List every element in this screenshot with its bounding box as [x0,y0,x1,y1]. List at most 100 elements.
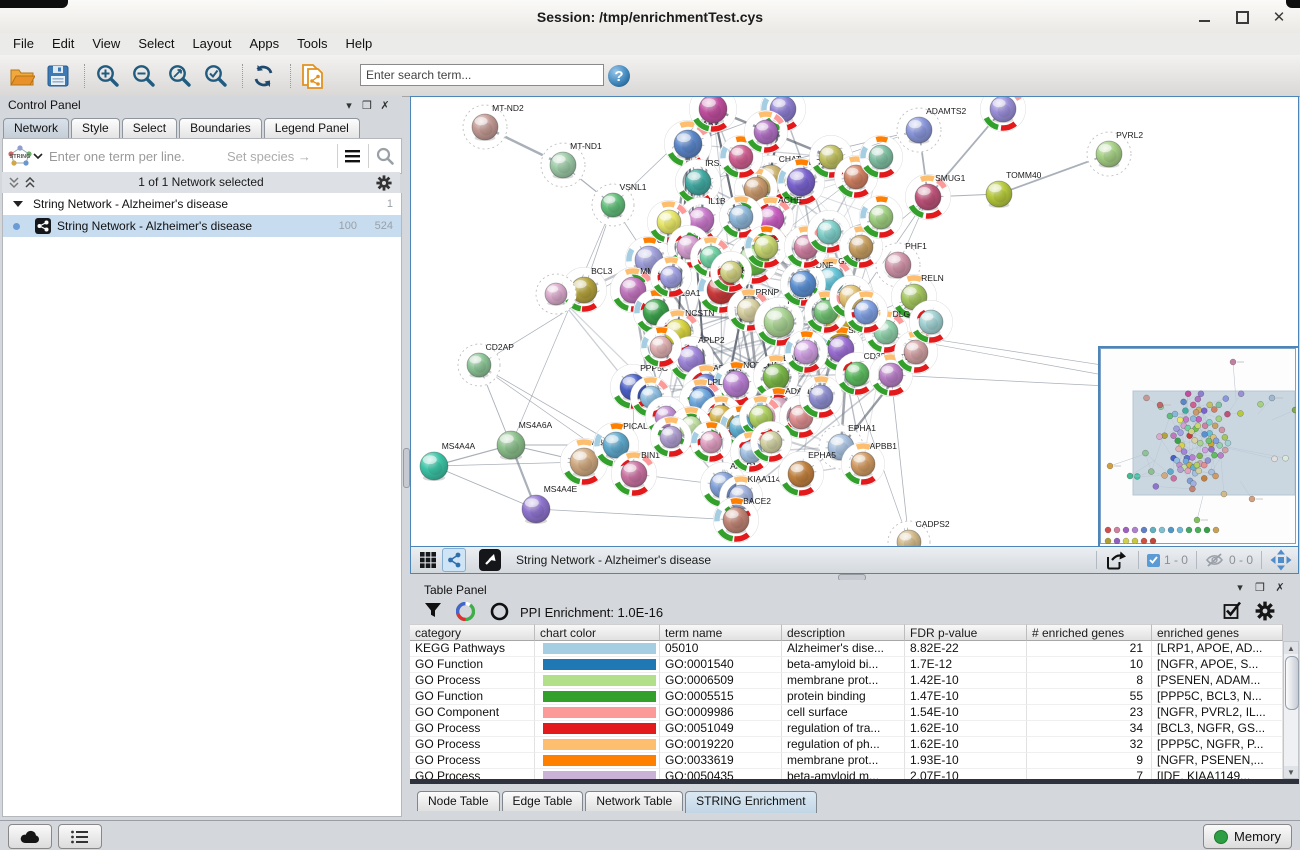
table-horizontal-scrollbar[interactable] [410,779,1299,784]
detach-view-button[interactable] [479,549,501,571]
table-row[interactable]: KEGG Pathways05010Alzheimer's dise...8.8… [410,641,1283,657]
network-node-f10[interactable] [711,252,752,293]
gear-icon[interactable] [376,175,392,191]
close-button[interactable]: ✕ [1271,9,1287,25]
panel-float-icon[interactable]: ❒ [360,99,374,112]
network-node-f25[interactable] [745,111,788,154]
string-logo[interactable]: STRING [7,144,43,168]
column-header-description[interactable]: description [782,624,905,641]
network-node-CADPS2[interactable]: CADPS2 [888,519,950,546]
network-node-EPHA5[interactable]: EPHA5 [779,450,837,497]
scroll-down-button[interactable]: ▼ [1284,766,1298,778]
export-network-button[interactable] [298,62,326,90]
table-row[interactable]: GO ProcessGO:0006509membrane prot...1.42… [410,673,1283,689]
zoom-selected-button[interactable] [202,62,230,90]
splitter-handle[interactable] [403,448,410,488]
tab-edge-table[interactable]: Edge Table [502,791,584,811]
birds-eye-view[interactable] [1098,346,1298,546]
open-session-button[interactable] [8,62,36,90]
menu-apps[interactable]: Apps [241,33,289,55]
tab-boundaries[interactable]: Boundaries [179,118,262,138]
network-node-MS4A4A[interactable]: MS4A4A [420,441,476,481]
network-node-f20[interactable] [785,331,828,374]
scrollbar-thumb[interactable] [1285,656,1299,710]
network-node-MS4A4E[interactable]: MS4A4E [522,484,578,524]
table-row[interactable]: GO ProcessGO:0033619membrane prot...1.93… [410,753,1283,769]
network-node-f30[interactable] [910,301,953,344]
network-node-f11[interactable] [651,257,692,298]
network-node-f28[interactable] [860,136,903,179]
network-view-button[interactable] [442,548,466,572]
tab-network[interactable]: Network [3,118,69,140]
network-node-f35[interactable] [651,417,692,458]
zoom-fit-button[interactable] [166,62,194,90]
cloud-button[interactable] [8,824,52,849]
panel-float-icon[interactable]: ❒ [1253,581,1267,594]
table-row[interactable]: GO ProcessGO:0051049regulation of tra...… [410,721,1283,737]
help-button[interactable]: ? [605,62,633,90]
table-header-row[interactable]: categorychart colorterm namedescriptionF… [410,624,1299,641]
network-node-f4[interactable] [745,226,788,269]
table-row[interactable]: GO ProcessGO:0050435beta-amyloid m...2.0… [410,769,1283,779]
panel-menu-icon[interactable]: ▾ [1233,581,1247,594]
string-term-input[interactable] [47,148,219,165]
column-header-term-name[interactable]: term name [660,624,782,641]
menu-tools[interactable]: Tools [288,33,336,55]
column-header-chart-color[interactable]: chart color [535,624,660,641]
panel-menu-icon[interactable]: ▾ [342,99,356,112]
network-canvas[interactable]: MT-ND2MT-ND1VSNL1GAB2IRS1ADAMTS2PVRL2TOM… [411,97,1298,546]
panel-close-icon[interactable]: ✗ [1273,581,1287,594]
select-checkbox-icon[interactable] [1223,601,1243,621]
tab-node-table[interactable]: Node Table [417,791,500,811]
network-node-f23[interactable] [845,291,888,334]
refresh-button[interactable] [250,62,278,90]
navigator-compass-icon[interactable] [1270,549,1292,571]
network-node-PVRL2[interactable]: PVRL2 [1087,130,1143,176]
tab-style[interactable]: Style [71,118,120,138]
scroll-up-button[interactable]: ▲ [1284,642,1298,654]
maximize-button[interactable] [1234,9,1250,25]
column-header-FDR-p-value[interactable]: FDR p-value [905,624,1027,641]
network-node-f19[interactable] [800,376,843,419]
tab-select[interactable]: Select [122,118,177,138]
network-node-ADAMTS2[interactable]: ADAMTS2 [897,106,967,152]
birds-eye-graph[interactable] [1100,348,1296,544]
gear-icon[interactable] [1255,601,1275,621]
task-list-button[interactable] [58,824,102,849]
save-session-button[interactable] [44,62,72,90]
network-row[interactable]: String Network - Alzheimer's disease 100… [3,215,401,237]
network-node-f34[interactable] [751,422,792,463]
menu-select[interactable]: Select [129,33,183,55]
grid-view-button[interactable] [417,549,439,571]
panel-close-icon[interactable]: ✗ [378,99,392,112]
network-node-F_pk[interactable] [536,274,576,314]
network-node-f12[interactable] [641,327,682,368]
network-node-f32[interactable] [691,422,732,463]
pie-chart-icon[interactable] [456,602,475,621]
network-collection-row[interactable]: String Network - Alzheimer's disease 1 [3,193,401,215]
string-search-button[interactable] [375,146,395,166]
table-row[interactable]: GO ProcessGO:0019220regulation of ph...1… [410,737,1283,753]
tab-network-table[interactable]: Network Table [585,791,683,811]
table-scrollbar[interactable]: ▲ ▼ [1283,641,1299,779]
network-node-f24[interactable] [720,136,763,179]
menu-layout[interactable]: Layout [183,33,240,55]
network-node-BIN1[interactable]: BIN1 [612,450,661,497]
memory-button[interactable]: Memory [1203,824,1292,849]
tab-string-enrichment[interactable]: STRING Enrichment [685,791,816,813]
tab-legend-panel[interactable]: Legend Panel [264,118,360,138]
network-node-CD2AP[interactable]: CD2AP [458,342,514,386]
menu-help[interactable]: Help [337,33,382,55]
filter-icon[interactable] [424,602,442,619]
menu-view[interactable]: View [83,33,129,55]
species-hint[interactable]: Set species → [227,149,331,164]
ring-icon[interactable] [490,602,509,621]
hidden-eye-icon[interactable] [1205,553,1225,567]
network-node-VSNL1[interactable]: VSNL1 [592,182,647,226]
network-node-MT-ND1[interactable]: MT-ND1 [541,141,602,187]
column-header--enriched-genes[interactable]: # enriched genes [1027,624,1152,641]
column-header-category[interactable]: category [410,624,535,641]
tree-expander-icon[interactable] [13,200,23,208]
menu-edit[interactable]: Edit [43,33,83,55]
network-node-MS4A6A[interactable]: MS4A6A [497,420,553,460]
